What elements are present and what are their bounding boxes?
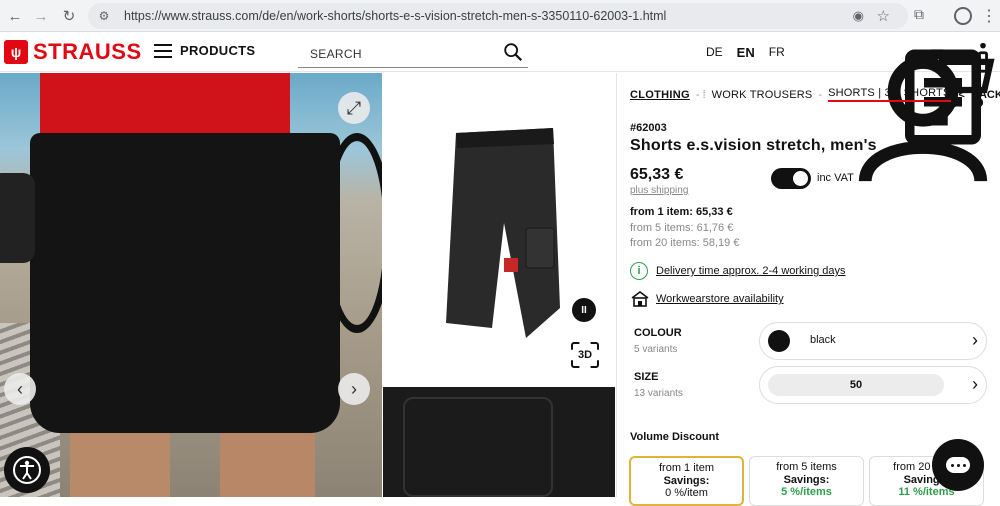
volume-qty: from 1 item: [631, 462, 742, 475]
back-arrow-icon[interactable]: ←: [4, 5, 26, 27]
chevron-right-icon: ›: [972, 374, 978, 395]
breadcrumb-separator: - ⁞: [696, 89, 706, 101]
breadcrumb-shorts[interactable]: SHORTS | 3/4 SHORTS: [828, 87, 950, 102]
products-label: PRODUCTS: [180, 43, 255, 58]
url-text: https://www.strauss.com/de/en/work-short…: [124, 9, 666, 23]
tier-price-1: from 1 item: 65,33 €: [630, 206, 733, 218]
store-availability[interactable]: Workwearstore availability: [630, 291, 784, 307]
worn-shorts: [30, 133, 340, 433]
product-price: 65,33 €: [630, 166, 683, 184]
toggle-knob: [793, 171, 808, 186]
info-menu-icon[interactable]: [966, 40, 1000, 74]
chat-bubble-icon: [946, 457, 970, 473]
pocket-detail: [403, 397, 553, 497]
extensions-icon[interactable]: ⧉: [914, 6, 924, 23]
chat-button[interactable]: [932, 439, 984, 491]
savings-label: Savings:: [750, 474, 863, 487]
savings-label: Savings:: [631, 475, 742, 488]
breadcrumb-work-trousers[interactable]: WORK TROUSERS: [712, 89, 813, 101]
delivery-info[interactable]: i Delivery time approx. 2-4 working days: [630, 262, 846, 280]
article-number: #62003: [630, 122, 667, 134]
hamburger-icon: [154, 44, 172, 58]
address-bar[interactable]: ⚙ https://www.strauss.com/de/en/work-sho…: [88, 3, 908, 29]
view-3d-button[interactable]: 3D: [571, 342, 599, 368]
search-icon[interactable]: [502, 41, 524, 63]
pause-icon[interactable]: II: [572, 298, 596, 322]
volume-qty: from 5 items: [750, 461, 863, 474]
accessibility-icon[interactable]: [4, 447, 50, 493]
forward-arrow-icon[interactable]: →: [30, 5, 52, 27]
lang-en[interactable]: EN: [737, 45, 755, 60]
vat-label: inc VAT: [817, 172, 854, 184]
breadcrumb-back[interactable]: < BACK: [959, 89, 1000, 101]
product-title: Shorts e.s.vision stretch, men's: [630, 137, 877, 155]
eye-off-icon[interactable]: ◉: [853, 8, 864, 24]
browser-menu-icon[interactable]: ⋮: [981, 6, 997, 26]
search-placeholder: SEARCH: [310, 47, 362, 61]
back-label: BACK: [971, 89, 1000, 101]
lang-fr[interactable]: FR: [769, 45, 785, 60]
reload-icon[interactable]: ↻: [58, 5, 80, 27]
tier-price-5: from 5 items: 61,76 €: [630, 222, 733, 234]
store-icon: [630, 291, 650, 307]
chevron-right-icon: ›: [972, 330, 978, 351]
prev-image-arrow-icon[interactable]: ‹: [4, 373, 36, 405]
profile-icon[interactable]: [954, 7, 972, 25]
tier-price-20: from 20 items: 58,19 €: [630, 237, 739, 249]
size-label: SIZE: [634, 371, 658, 383]
logo-text: STRAUSS: [33, 39, 142, 65]
logo-mark-icon: ψ: [4, 40, 28, 64]
language-switcher: DE EN FR: [706, 45, 785, 60]
browser-toolbar: ← → ↻ ⚙ https://www.strauss.com/de/en/wo…: [0, 0, 1000, 32]
bookmark-star-icon[interactable]: ☆: [877, 7, 890, 25]
product-photo-model[interactable]: [0, 73, 382, 497]
size-variants: 13 variants: [634, 388, 683, 399]
size-value: 50: [768, 374, 944, 396]
breadcrumb-separator: -: [818, 89, 822, 101]
expand-icon[interactable]: ⤢: [338, 92, 370, 124]
lang-de[interactable]: DE: [706, 45, 723, 60]
products-menu-button[interactable]: PRODUCTS: [154, 43, 255, 58]
size-selector[interactable]: 50 ›: [759, 366, 987, 404]
info-icon: i: [630, 262, 648, 280]
breadcrumb: CLOTHING - ⁞ WORK TROUSERS - SHORTS | 3/…: [630, 87, 1000, 102]
colour-value: black: [810, 334, 836, 346]
shorts-product-image: [438, 128, 563, 338]
glove: [0, 173, 35, 263]
colour-selector[interactable]: black ›: [759, 322, 987, 360]
product-details-panel: CLOTHING - ⁞ WORK TROUSERS - SHORTS | 3/…: [616, 73, 1000, 497]
product-photo-detail[interactable]: [383, 387, 615, 497]
vat-toggle[interactable]: [771, 168, 811, 189]
shipping-link[interactable]: plus shipping: [630, 185, 688, 196]
site-settings-icon[interactable]: ⚙: [96, 8, 112, 24]
volume-card-1[interactable]: from 1 item Savings: 0 %/item: [629, 456, 744, 506]
delivery-text: Delivery time approx. 2-4 working days: [656, 265, 846, 277]
next-image-arrow-icon[interactable]: ›: [338, 373, 370, 405]
savings-pct: 0 %/item: [631, 487, 742, 500]
product-photo-packshot[interactable]: [383, 73, 615, 385]
colour-label: COLOUR: [634, 327, 682, 339]
search-input[interactable]: SEARCH: [298, 40, 528, 68]
store-text: Workwearstore availability: [656, 293, 784, 305]
colour-swatch: [768, 330, 790, 352]
breadcrumb-clothing[interactable]: CLOTHING: [630, 89, 690, 101]
strauss-logo[interactable]: ψ STRAUSS: [4, 39, 142, 65]
site-header: ψ STRAUSS PRODUCTS SEARCH DE EN FR: [0, 32, 1000, 72]
volume-discount-title: Volume Discount: [630, 431, 719, 443]
colour-variants: 5 variants: [634, 344, 677, 355]
volume-card-5[interactable]: from 5 items Savings: 5 %/items: [749, 456, 864, 506]
accessibility-figure: [12, 455, 42, 485]
